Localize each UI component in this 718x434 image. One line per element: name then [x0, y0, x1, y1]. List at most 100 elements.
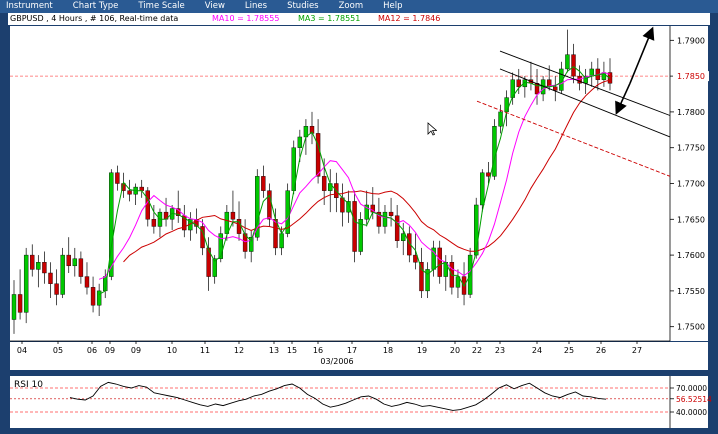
candle [352, 190, 357, 263]
candle-body [486, 172, 491, 177]
time-tick-label: 19 [417, 346, 427, 355]
candle-body [127, 190, 132, 195]
time-tick-label: 09 [105, 346, 115, 355]
menu-item-view[interactable]: View [205, 0, 225, 13]
rsi-tick-label: 56.52514 [676, 395, 712, 404]
rsi-tick-label: 40.0000 [676, 408, 707, 417]
time-tick-label: 04 [17, 346, 27, 355]
price-tick-label: 1.7900 [677, 36, 705, 45]
candle-body [17, 294, 23, 313]
price-tick-label: 1.7750 [677, 144, 705, 153]
candle-body [66, 254, 71, 267]
price-tick-label: 1.7600 [677, 251, 705, 260]
rsi-title: RSI 10 [14, 380, 43, 390]
time-tick-label: 12 [234, 346, 244, 355]
symbol-info: GBPUSD , 4 Hours , # 106, Real-time data [10, 14, 179, 23]
candle-body [84, 276, 90, 288]
candle-body [224, 211, 230, 234]
candle-body [492, 126, 497, 177]
candle [492, 119, 497, 180]
candle-body [230, 211, 236, 220]
candle-body [139, 186, 144, 191]
mouse-cursor-icon [427, 122, 437, 136]
time-tick-label: 17 [347, 346, 357, 355]
menu-item-instrument[interactable]: Instrument [6, 0, 53, 13]
menu-item-zoom[interactable]: Zoom [339, 0, 364, 13]
candle [23, 247, 29, 324]
candle-body [352, 201, 357, 252]
ma12-readout: MA12 = 1.7846 [378, 14, 441, 23]
time-tick-label: 27 [632, 346, 642, 355]
candle [60, 247, 65, 299]
candle-body [388, 211, 394, 216]
candle-body [72, 258, 78, 267]
candle-body [42, 262, 47, 274]
candle-body [504, 97, 509, 113]
time-tick-label: 16 [313, 346, 323, 355]
candle-body [571, 54, 576, 77]
candle-body [90, 287, 96, 306]
price-tick-label: 1.7550 [677, 287, 705, 296]
candle-body [54, 283, 59, 295]
time-tick-label: 26 [596, 346, 606, 355]
candle-body [36, 262, 41, 270]
time-tick-label: 11 [200, 346, 210, 355]
candle-body [321, 176, 327, 191]
candle-body [480, 172, 485, 206]
candle-body [11, 294, 17, 320]
menu-item-help[interactable]: Help [383, 0, 402, 13]
candle-body [401, 233, 406, 241]
candle-body [394, 215, 400, 241]
price-tick-label: 1.7650 [677, 215, 705, 224]
time-tick-label: 13 [269, 346, 279, 355]
ma3-readout: MA3 = 1.78551 [298, 14, 361, 23]
candle-body [78, 258, 84, 277]
status-bar [0, 430, 718, 434]
candle [467, 247, 473, 299]
candle-body [96, 290, 102, 306]
time-tick-label: 24 [532, 346, 542, 355]
candle [285, 183, 290, 238]
menu-item-chart-type[interactable]: Chart Type [73, 0, 119, 13]
candle-body [474, 204, 479, 256]
plot-area [10, 26, 670, 341]
candle-body [48, 272, 53, 284]
rsi-panel[interactable]: RSI 10 70.0000 56.52514 40.0000 [0, 375, 718, 430]
candle-body [437, 247, 442, 277]
price-tick-label: 1.7800 [677, 108, 705, 117]
rsi-tick-label: 70.0000 [676, 384, 707, 393]
candle-body [553, 86, 558, 91]
menu-item-lines[interactable]: Lines [245, 0, 267, 13]
candle-body [340, 197, 345, 213]
price-tick-label: 1.7500 [677, 323, 705, 332]
time-axis-label: 03/2006 [320, 357, 353, 366]
candle-body [279, 233, 284, 249]
candle-body [30, 254, 35, 270]
candle-body [145, 190, 150, 220]
candle [291, 140, 296, 195]
price-chart[interactable]: 1.7900 1.7850 1.7800 1.7750 1.7700 1.7650 1.76… [0, 25, 718, 373]
menu-bar: Instrument Chart Type Time Scale View Lines S… [0, 0, 718, 13]
current-price-label: 1.7850 [677, 72, 705, 81]
time-tick-label: 09 [131, 346, 141, 355]
menu-item-studies[interactable]: Studies [287, 0, 319, 13]
candle-body [315, 133, 321, 177]
candle-body [109, 172, 114, 277]
time-tick-label: 05 [53, 346, 63, 355]
time-tick-label: 18 [383, 346, 393, 355]
candle-body [23, 254, 29, 313]
menu-item-time-scale[interactable]: Time Scale [138, 0, 184, 13]
candle-body [498, 111, 503, 127]
candle-body [297, 136, 303, 148]
candle-body [60, 254, 65, 295]
ma10-readout: MA10 = 1.78555 [212, 14, 280, 23]
time-tick-label: 15 [287, 346, 297, 355]
candle-body [115, 172, 120, 184]
candle-body [382, 211, 388, 227]
time-tick-label: 23 [495, 346, 505, 355]
candle-body [151, 219, 157, 227]
candle-body [516, 79, 521, 88]
time-tick-label: 06 [87, 346, 97, 355]
candle-body [565, 54, 570, 70]
price-tick-label: 1.7700 [677, 180, 705, 189]
